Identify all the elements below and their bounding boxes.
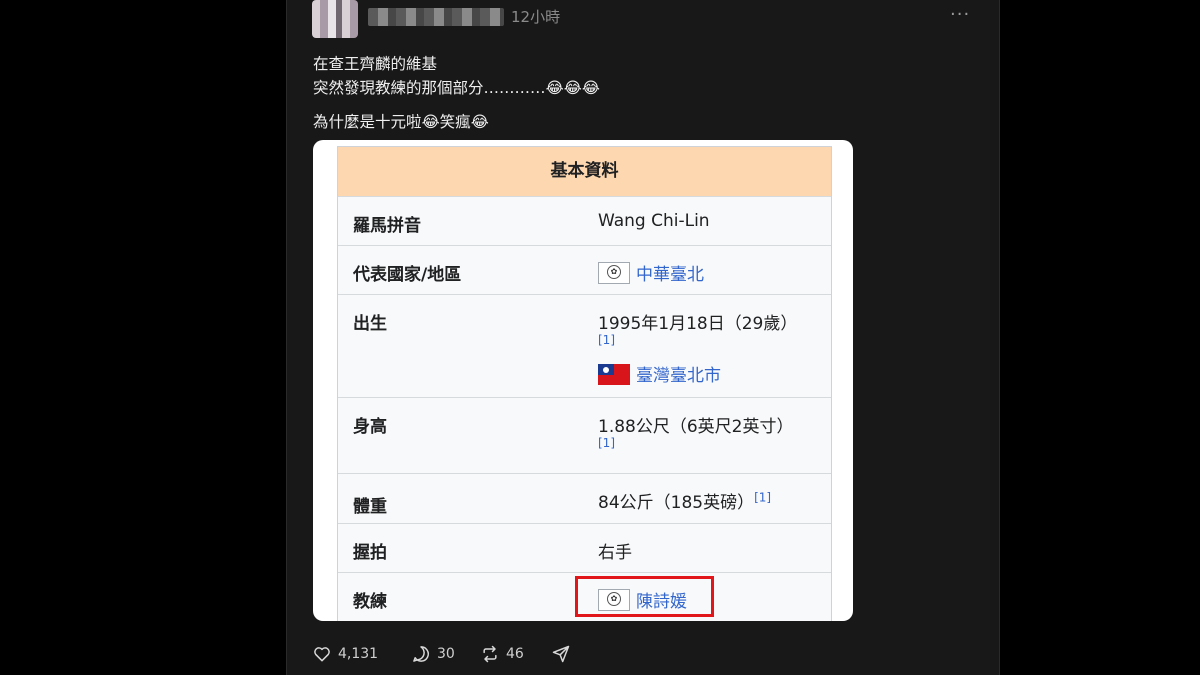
more-options-icon[interactable]: ··· (950, 4, 970, 25)
post-text-line-3: 為什麼是十元啦😂笑瘋😂 (313, 113, 489, 131)
olympic-emblem-icon: ✿ (598, 262, 630, 284)
username-blurred[interactable] (368, 8, 504, 26)
row-label: 羅馬拼音 (353, 216, 421, 236)
repost-count: 46 (506, 646, 524, 662)
row-label: 體重 (353, 497, 387, 517)
wiki-infobox: 基本資料 羅馬拼音 Wang Chi-Lin 代表國家/地區 ✿ 中華臺北 出生 … (337, 146, 832, 621)
country-link[interactable]: 中華臺北 (636, 265, 704, 285)
like-button[interactable]: 4,131 (312, 644, 378, 664)
post-image[interactable]: 基本資料 羅馬拼音 Wang Chi-Lin 代表國家/地區 ✿ 中華臺北 出生 … (313, 140, 853, 621)
infobox-row-grip: 握拍 右手 (338, 523, 831, 572)
heart-icon (314, 647, 330, 662)
post-time: 12小時 (511, 8, 561, 26)
reference-link[interactable]: [1] (598, 333, 615, 347)
highlight-box (575, 576, 714, 617)
infobox-row-height: 身高 1.88公尺（6英尺2英寸） [1] (338, 397, 831, 473)
row-value: 1995年1月18日（29歲） (598, 314, 798, 334)
avatar[interactable] (312, 0, 358, 38)
comment-icon (413, 646, 429, 662)
infobox-header: 基本資料 (338, 147, 831, 196)
repost-icon (483, 645, 497, 663)
infobox-row-weight: 體重 84公斤（185英磅）[1] (338, 473, 831, 523)
weight-value: 84公斤（185英磅） (598, 493, 755, 513)
like-count: 4,131 (338, 646, 379, 662)
post-text-line-2: 突然發現教練的那個部分…………😂😂😂 (313, 79, 600, 97)
taiwan-flag-icon (598, 364, 630, 385)
row-label: 身高 (353, 417, 387, 437)
share-button[interactable] (551, 644, 571, 664)
row-value: Wang Chi-Lin (598, 211, 710, 231)
row-value: 84公斤（185英磅）[1] (598, 488, 771, 513)
comment-button[interactable]: 30 (411, 644, 455, 664)
row-label: 出生 (353, 314, 387, 334)
post-text-line-1: 在查王齊麟的維基 (313, 55, 438, 73)
row-label: 握拍 (353, 543, 387, 563)
send-icon (552, 645, 570, 663)
row-label: 代表國家/地區 (353, 265, 462, 285)
row-value: 右手 (598, 543, 632, 563)
reference-link[interactable]: [1] (598, 436, 615, 450)
infobox-row-birth: 出生 1995年1月18日（29歲） [1] 臺灣臺北市 (338, 294, 831, 397)
infobox-row-romanization: 羅馬拼音 Wang Chi-Lin (338, 196, 831, 245)
row-value: 臺灣臺北市 (598, 361, 721, 386)
birthplace-link[interactable]: 臺灣臺北市 (636, 366, 721, 386)
reference-link[interactable]: [1] (754, 490, 771, 504)
comment-count: 30 (437, 646, 455, 662)
repost-button[interactable]: 46 (480, 644, 524, 664)
row-label: 教練 (353, 592, 387, 612)
row-value: ✿ 中華臺北 (598, 260, 704, 285)
row-value: 1.88公尺（6英尺2英寸） (598, 417, 794, 437)
infobox-row-country: 代表國家/地區 ✿ 中華臺北 (338, 245, 831, 294)
